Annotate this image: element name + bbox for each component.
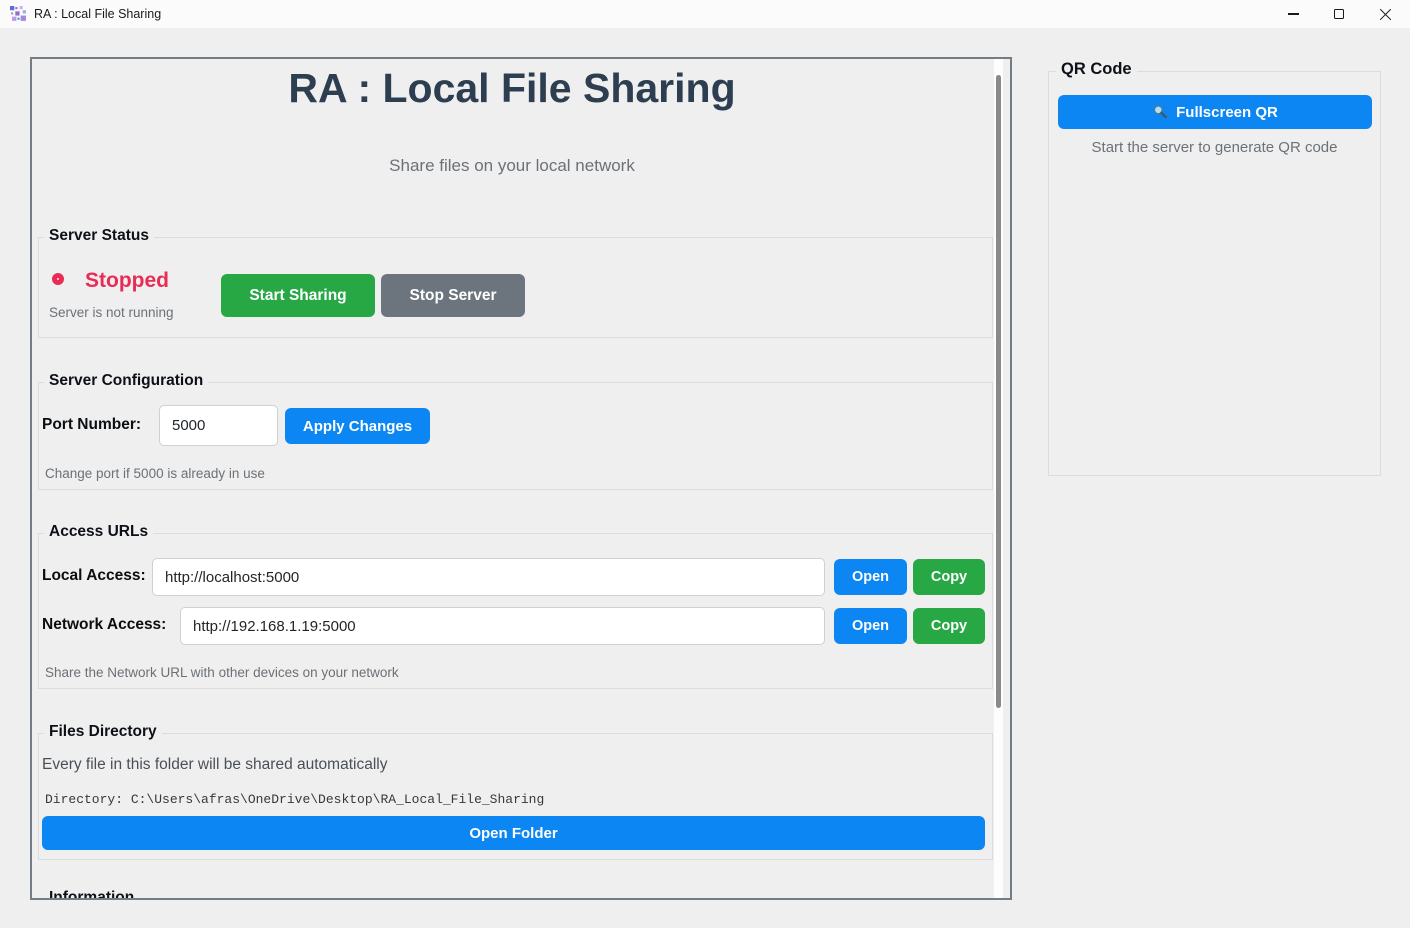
port-input[interactable] [159, 405, 278, 446]
window-controls [1270, 0, 1408, 28]
page-title: RA : Local File Sharing [32, 65, 992, 112]
access-urls-label: Access URLs [44, 523, 153, 541]
copy-local-button[interactable]: Copy [913, 559, 985, 595]
network-access-input[interactable] [180, 607, 825, 645]
copy-network-button[interactable]: Copy [913, 608, 985, 644]
files-directory-label: Files Directory [44, 723, 162, 741]
fullscreen-qr-button-label: Fullscreen QR [1176, 104, 1278, 121]
scrollbar[interactable] [994, 59, 1003, 898]
section-information: Information [38, 899, 993, 900]
qr-code-label: QR Code [1056, 60, 1137, 79]
local-access-input[interactable] [152, 558, 825, 596]
app-icon [10, 6, 27, 23]
maximize-icon [1334, 9, 1344, 19]
stop-server-button[interactable]: Stop Server [381, 274, 525, 317]
port-hint: Change port if 5000 is already in use [45, 466, 265, 481]
minimize-button[interactable] [1270, 0, 1316, 28]
section-server-configuration: Server Configuration Port Number: Apply … [38, 382, 993, 490]
magnifier-icon [1152, 104, 1168, 120]
scrollbar-thumb[interactable] [996, 75, 1001, 708]
network-url-hint: Share the Network URL with other devices… [45, 665, 399, 680]
status-text: Stopped [85, 269, 169, 293]
start-sharing-button[interactable]: Start Sharing [221, 274, 375, 317]
section-access-urls: Access URLs Local Access: Open Copy Netw… [38, 533, 993, 689]
maximize-button[interactable] [1316, 0, 1362, 28]
stopped-ring-icon [52, 273, 64, 285]
qr-hint: Start the server to generate QR code [1049, 139, 1380, 156]
window-title: RA : Local File Sharing [34, 7, 161, 21]
information-label: Information [44, 889, 139, 900]
open-folder-button[interactable]: Open Folder [42, 816, 985, 850]
directory-path: Directory: C:\Users\afras\OneDrive\Deskt… [45, 792, 544, 807]
port-number-label: Port Number: [42, 416, 141, 434]
local-access-label: Local Access: [42, 567, 146, 585]
open-local-button[interactable]: Open [834, 559, 907, 595]
titlebar: RA : Local File Sharing [0, 0, 1410, 28]
main-panel: RA : Local File Sharing Share files on y… [30, 57, 1012, 900]
fullscreen-qr-button[interactable]: Fullscreen QR [1058, 95, 1372, 129]
open-network-button[interactable]: Open [834, 608, 907, 644]
server-status-label: Server Status [44, 227, 154, 245]
apply-changes-button[interactable]: Apply Changes [285, 408, 430, 444]
section-files-directory: Files Directory Every file in this folde… [38, 733, 993, 860]
files-directory-description: Every file in this folder will be shared… [42, 756, 387, 774]
minimize-icon [1288, 13, 1299, 14]
section-server-status: Server Status Stopped Server is not runn… [38, 237, 993, 338]
close-button[interactable] [1362, 0, 1408, 28]
qr-code-panel: QR Code Fullscreen QR Start the server t… [1048, 71, 1381, 476]
page-subtitle: Share files on your local network [32, 156, 992, 176]
status-detail: Server is not running [49, 305, 174, 320]
server-configuration-label: Server Configuration [44, 372, 208, 390]
close-icon [1379, 8, 1392, 21]
network-access-label: Network Access: [42, 616, 166, 634]
